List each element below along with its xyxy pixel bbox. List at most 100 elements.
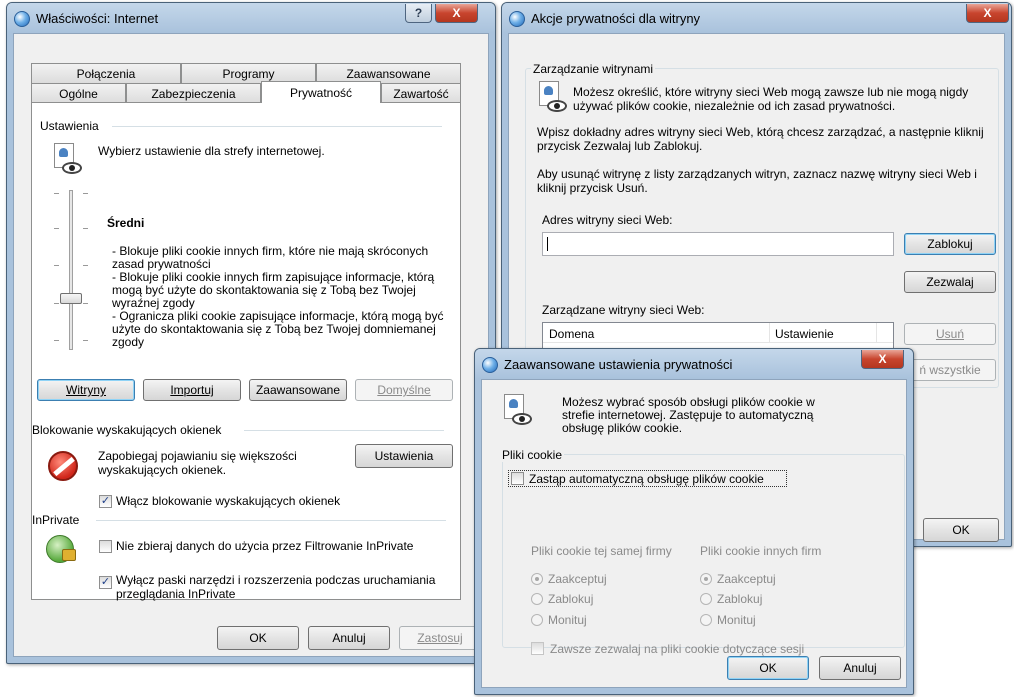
session-cookies-checkbox[interactable]	[531, 642, 544, 655]
allow-button[interactable]: Zezwalaj	[904, 271, 996, 293]
tab-general[interactable]: Ogólne	[31, 83, 126, 103]
first-party-block-radio[interactable]	[531, 593, 543, 605]
first-party-label: Pliki cookie tej samej firmy	[531, 544, 672, 558]
popup-checkbox-label: Włącz blokowanie wyskakujących okienek	[116, 494, 341, 508]
list-header: Domena Ustawienie	[543, 323, 893, 343]
slider-tick	[83, 193, 88, 194]
close-button[interactable]: X	[435, 4, 478, 23]
column-setting[interactable]: Ustawienie	[775, 327, 834, 341]
first-party-accept-radio[interactable]	[531, 573, 543, 585]
slider-tick	[83, 265, 88, 266]
cookies-group-label: Pliki cookie	[500, 448, 565, 462]
manage-sites-group-label: Zarządzanie witrynami	[531, 62, 656, 76]
override-checkbox[interactable]	[511, 472, 524, 485]
privacy-icon	[502, 394, 534, 428]
cancel-button[interactable]: Anuluj	[308, 626, 390, 650]
text-caret	[547, 237, 548, 251]
close-button[interactable]: X	[861, 350, 904, 369]
first-party-accept-label: Zaakceptuj	[548, 572, 607, 586]
default-button-label: Domyślne	[377, 383, 431, 397]
advanced-intro: Możesz wybrać sposób obsługi plików cook…	[562, 395, 815, 435]
window-client: Połączenia Programy Zaawansowane Ogólne …	[13, 33, 489, 657]
column-domain[interactable]: Domena	[549, 327, 594, 341]
privacy-icon	[52, 143, 84, 177]
third-party-accept-radio[interactable]	[700, 573, 712, 585]
inprivate-filter-label: Nie zbieraj danych do użycia przez Filtr…	[116, 539, 414, 553]
window-title: Zaawansowane ustawienia prywatności	[504, 357, 733, 372]
lock-icon	[62, 549, 76, 561]
inprivate-toolbars-checkbox[interactable]: ✓	[99, 576, 112, 589]
session-cookies-label: Zawsze zezwalaj na pliki cookie dotycząc…	[550, 642, 805, 656]
privacy-slider-thumb[interactable]	[60, 293, 82, 304]
divider	[244, 430, 444, 431]
managed-sites-label: Zarządzane witryny sieci Web:	[542, 303, 705, 317]
block-button[interactable]: Zablokuj	[904, 233, 996, 255]
slider-tick	[83, 228, 88, 229]
help-button[interactable]: ?	[405, 4, 432, 23]
first-party-prompt-radio[interactable]	[531, 614, 543, 626]
apply-button-label: Zastosuj	[417, 631, 463, 645]
address-input[interactable]	[542, 232, 894, 256]
tab-programs[interactable]: Programy	[181, 63, 316, 83]
internet-options-window: Właściwości: Internet ? X Połączenia Pro…	[6, 2, 496, 664]
slider-tick	[54, 303, 59, 304]
popup-settings-button[interactable]: Ustawienia	[355, 444, 453, 468]
apply-button: Zastosuj	[399, 626, 481, 650]
slider-tick	[54, 265, 59, 266]
ok-button[interactable]: OK	[727, 656, 809, 680]
manage-paragraph-2: Aby usunąć witrynę z listy zarządzanych …	[537, 167, 977, 195]
slider-tick	[54, 340, 59, 341]
privacy-level-description: - Blokuje pliki cookie innych firm, któr…	[112, 244, 444, 349]
privacy-level-title: Średni	[107, 216, 145, 230]
inprivate-filter-checkbox[interactable]	[99, 540, 112, 553]
advanced-privacy-settings-window: Zaawansowane ustawienia prywatności X Mo…	[474, 348, 914, 695]
third-party-block-radio[interactable]	[700, 593, 712, 605]
slider-tick	[54, 193, 59, 194]
third-party-block-label: Zablokuj	[717, 592, 763, 606]
slider-tick	[83, 340, 88, 341]
zone-text: Wybierz ustawienie dla strefy internetow…	[98, 144, 325, 158]
import-button-label: Importuj	[170, 383, 214, 397]
privacy-icon	[537, 81, 569, 115]
title-bar[interactable]: Właściwości: Internet ? X	[7, 3, 495, 33]
override-label: Zastąp automatyczną obsługę plików cooki…	[529, 472, 764, 486]
window-client: Możesz wybrać sposób obsługi plików cook…	[481, 379, 907, 688]
popup-group-label: Blokowanie wyskakujących okienek	[32, 423, 222, 437]
inprivate-group-label: InPrivate	[32, 513, 80, 527]
third-party-label: Pliki cookie innych firm	[700, 544, 822, 558]
ok-button[interactable]: OK	[217, 626, 299, 650]
divider	[96, 520, 446, 521]
remove-button: Usuń	[904, 323, 996, 345]
title-bar[interactable]: Akcje prywatności dla witryny X	[502, 3, 1011, 33]
cancel-button[interactable]: Anuluj	[819, 656, 901, 680]
internet-explorer-icon	[482, 357, 498, 373]
close-button[interactable]: X	[966, 4, 1009, 23]
import-button[interactable]: Importuj	[143, 379, 241, 401]
tab-connections[interactable]: Połączenia	[31, 63, 181, 83]
tab-content[interactable]: Zawartość	[381, 83, 461, 103]
window-title: Akcje prywatności dla witryny	[531, 11, 701, 26]
privacy-slider-track[interactable]	[69, 190, 73, 350]
slider-tick	[54, 228, 59, 229]
remove-all-button: ń wszystkie	[904, 359, 996, 381]
first-party-block-label: Zablokuj	[548, 592, 594, 606]
tab-security[interactable]: Zabezpieczenia	[126, 83, 261, 103]
privacy-panel: Ustawienia Wybierz ustawienie dla strefy…	[31, 102, 461, 601]
tab-advanced[interactable]: Zaawansowane	[316, 63, 461, 83]
default-button: Domyślne	[355, 379, 453, 401]
inprivate-toolbars-label: Wyłącz paski narzędzi i rozszerzenia pod…	[116, 573, 436, 601]
third-party-accept-label: Zaakceptuj	[717, 572, 776, 586]
address-label: Adres witryny sieci Web:	[542, 213, 673, 227]
window-title: Właściwości: Internet	[36, 11, 159, 26]
title-bar[interactable]: Zaawansowane ustawienia prywatności X	[475, 349, 913, 379]
third-party-prompt-label: Monituj	[717, 613, 756, 627]
slider-tick	[83, 303, 88, 304]
sites-button[interactable]: Witryny	[37, 379, 135, 401]
tab-privacy[interactable]: Prywatność	[261, 81, 381, 103]
column-separator	[769, 323, 770, 343]
advanced-button[interactable]: Zaawansowane	[249, 379, 347, 401]
third-party-prompt-radio[interactable]	[700, 614, 712, 626]
ok-button[interactable]: OK	[923, 518, 999, 542]
popup-blocker-checkbox[interactable]: ✓	[99, 495, 112, 508]
internet-explorer-icon	[14, 11, 30, 27]
